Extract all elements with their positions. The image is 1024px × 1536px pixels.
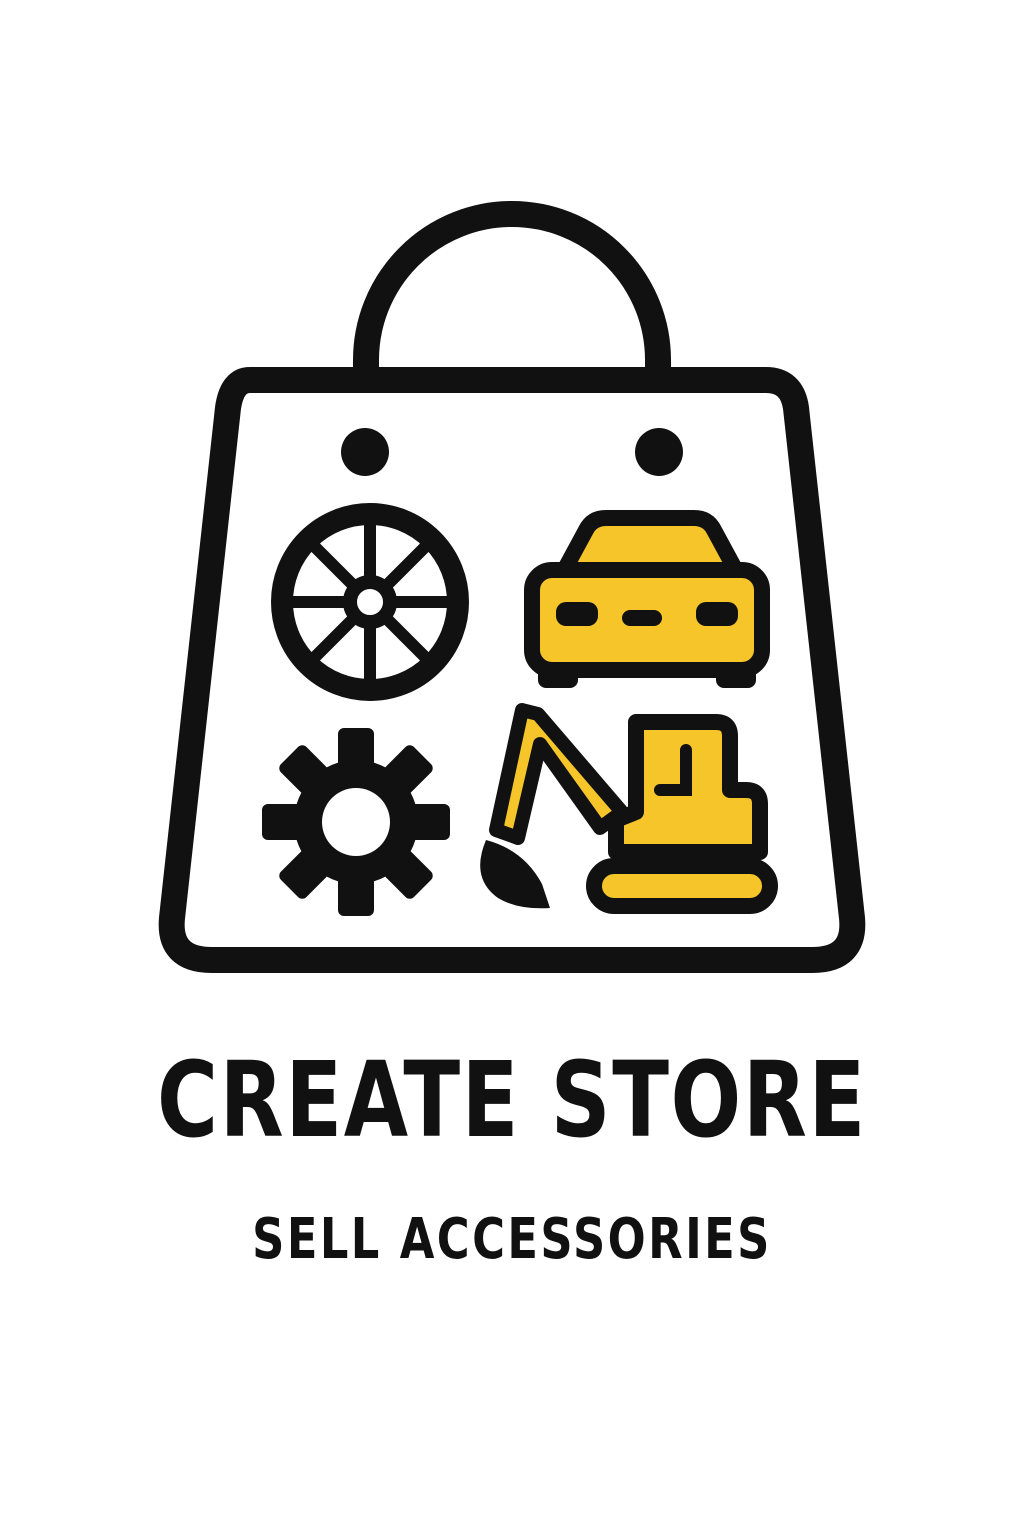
logo-canvas: CREATE STORE SELL ACCESSORIES	[0, 0, 1024, 1536]
store-title: CREATE STORE	[157, 1039, 867, 1161]
logo-graphic	[158, 201, 866, 973]
store-subtitle: SELL ACCESSORIES	[252, 1207, 772, 1272]
gear-icon	[262, 728, 450, 916]
